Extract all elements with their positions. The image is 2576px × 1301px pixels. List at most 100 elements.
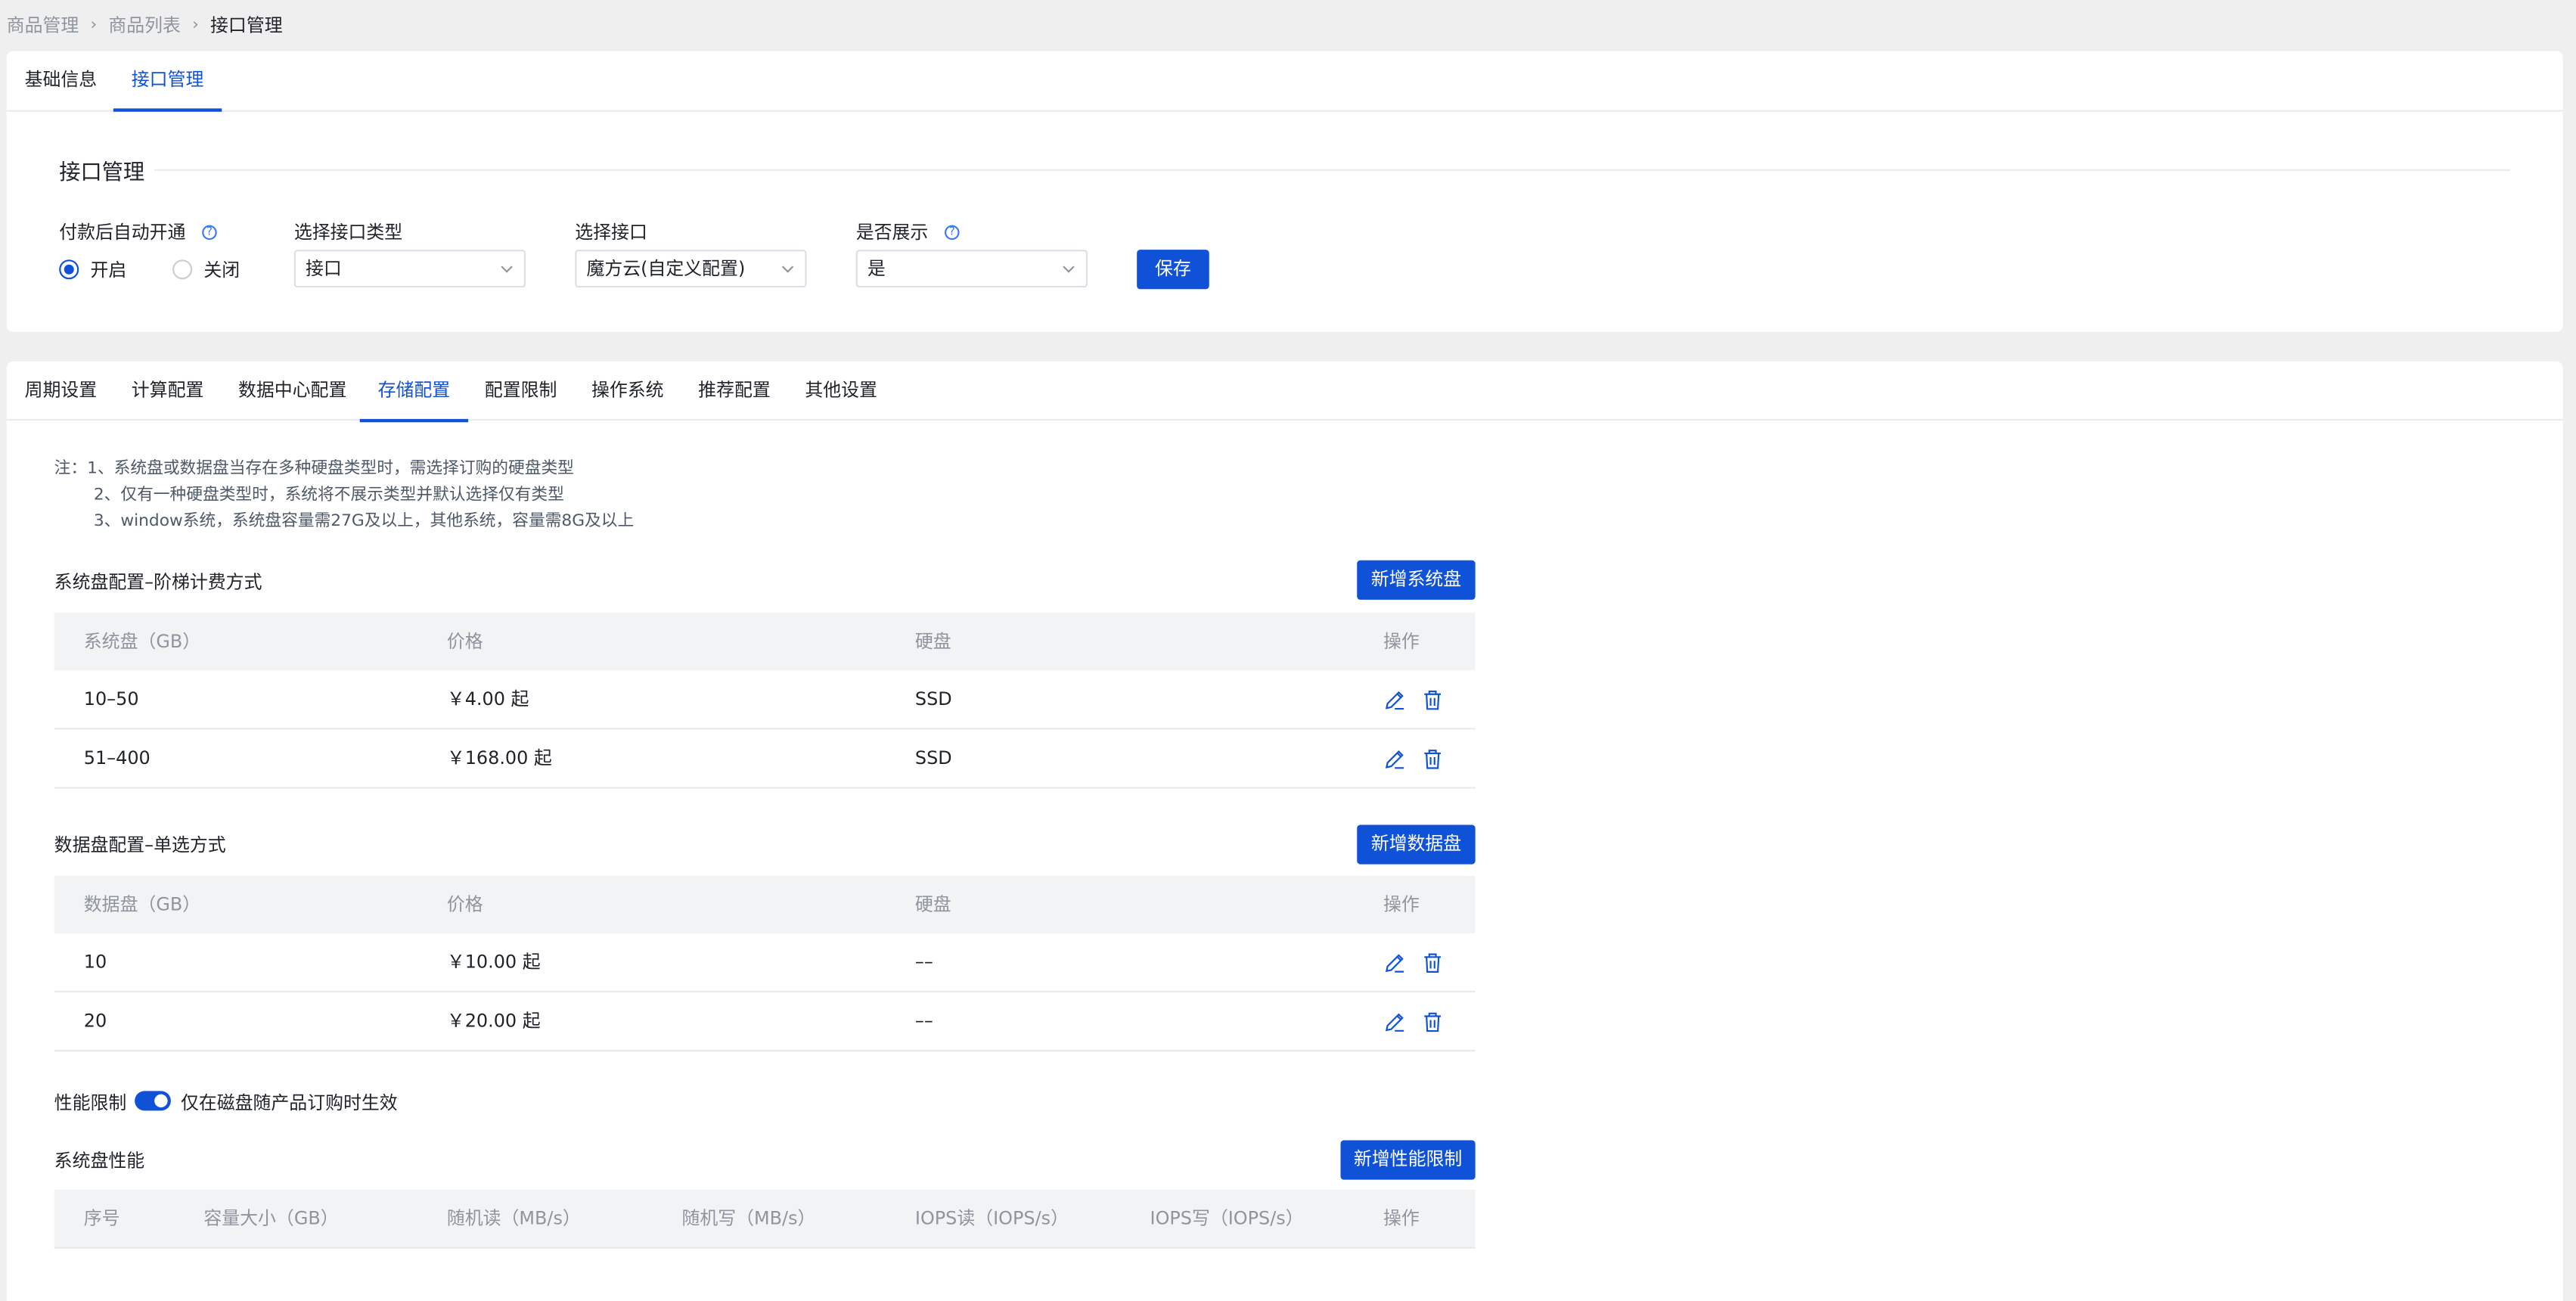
note-line-2: 2、仅有一种硬盘类型时，系统将不展示类型并默认选择仅有类型 <box>93 486 564 505</box>
system-disk-table: 系统盘（GB） 价格 硬盘 操作 10–50 ￥4.00 起 SSD 51–40… <box>54 613 1476 789</box>
performance-limit-label: 性能限制 <box>54 1092 127 1114</box>
trash-icon[interactable] <box>1421 688 1444 711</box>
col-header-index: 序号 <box>83 1207 120 1229</box>
col-header-actions: 操作 <box>1383 1207 1420 1229</box>
tab-os[interactable]: 操作系统 <box>573 362 681 422</box>
cell-size: 51–400 <box>83 747 151 769</box>
interface-card: 基础信息 接口管理 接口管理 付款后自动开通 ? 开启 关闭 选择接口类型 接口… <box>6 51 2563 332</box>
display-value: 是 <box>867 258 886 280</box>
section-title: 接口管理 <box>59 160 145 186</box>
table-row: 10–50 ￥4.00 起 SSD <box>54 670 1476 730</box>
radio-on-label[interactable]: 开启 <box>90 256 126 283</box>
col-header-price: 价格 <box>446 893 483 915</box>
tab-compute-config[interactable]: 计算配置 <box>113 362 222 422</box>
col-header-random-write: 随机写（MB/s） <box>681 1207 816 1229</box>
notes: 注：1、系统盘或数据盘当存在多种硬盘类型时，需选择订购的硬盘类型 2、仅有一种硬… <box>54 457 635 536</box>
col-header-size: 数据盘（GB） <box>83 893 201 915</box>
interface-type-select[interactable]: 接口 <box>293 250 526 288</box>
auto-open-label: 付款后自动开通 ? <box>59 219 217 245</box>
edit-icon[interactable] <box>1383 952 1406 974</box>
col-header-price: 价格 <box>446 631 483 653</box>
edit-icon[interactable] <box>1383 688 1406 711</box>
col-header-iops-write: IOPS写（IOPS/s） <box>1150 1207 1304 1229</box>
tab-config-limit[interactable]: 配置限制 <box>467 362 575 422</box>
col-header-iops-read: IOPS读（IOPS/s） <box>914 1207 1069 1229</box>
display-label: 是否展示 ? <box>856 219 960 245</box>
performance-toggle-label: 仅在磁盘随产品订购时生效 <box>180 1092 398 1114</box>
add-performance-limit-button[interactable]: 新增性能限制 <box>1340 1140 1476 1180</box>
cell-disk: –– <box>914 951 933 973</box>
cell-price: ￥10.00 起 <box>446 951 541 973</box>
system-disk-title: 系统盘配置–阶梯计费方式 <box>54 571 262 594</box>
display-select[interactable]: 是 <box>855 250 1088 288</box>
cell-disk: SSD <box>914 688 952 710</box>
trash-icon[interactable] <box>1421 952 1444 974</box>
tab-cycle-settings[interactable]: 周期设置 <box>7 362 115 422</box>
cell-size: 10 <box>83 951 107 973</box>
col-header-capacity: 容量大小（GB） <box>203 1207 339 1229</box>
note-line-1: 注：1、系统盘或数据盘当存在多种硬盘类型时，需选择订购的硬盘类型 <box>54 460 574 479</box>
cell-price: ￥20.00 起 <box>446 1010 541 1032</box>
trash-icon[interactable] <box>1421 747 1444 770</box>
chevron-down-icon <box>501 261 513 273</box>
section-divider <box>154 169 2511 171</box>
config-tabs: 周期设置 计算配置 数据中心配置 存储配置 配置限制 操作系统 推荐配置 其他设… <box>6 362 2563 423</box>
table-header: 序号 容量大小（GB） 随机读（MB/s） 随机写（MB/s） IOPS读（IO… <box>54 1189 1476 1249</box>
edit-icon[interactable] <box>1383 747 1406 770</box>
cell-size: 10–50 <box>83 688 139 710</box>
cell-price: ￥168.00 起 <box>446 747 552 769</box>
data-disk-table: 数据盘（GB） 价格 硬盘 操作 10 ￥10.00 起 –– 20 ￥20.0… <box>54 875 1476 1052</box>
add-system-disk-button[interactable]: 新增系统盘 <box>1357 560 1476 600</box>
interface-type-label: 选择接口类型 <box>293 222 403 244</box>
col-header-disk: 硬盘 <box>914 893 951 915</box>
table-row: 20 ￥20.00 起 –– <box>54 992 1476 1052</box>
tab-other-settings[interactable]: 其他设置 <box>787 362 895 422</box>
edit-icon[interactable] <box>1383 1011 1406 1033</box>
col-header-disk: 硬盘 <box>914 631 951 653</box>
tab-interface-management[interactable]: 接口管理 <box>113 51 222 112</box>
help-icon[interactable]: ? <box>202 224 217 240</box>
auto-open-radio-group: 开启 关闭 <box>59 256 240 283</box>
cell-disk: –– <box>914 1010 933 1032</box>
display-label-text: 是否展示 <box>855 222 929 244</box>
chevron-right-icon: › <box>90 15 98 34</box>
table-row: 10 ￥10.00 起 –– <box>54 933 1476 993</box>
radio-off[interactable] <box>172 259 193 280</box>
tab-datacenter-config[interactable]: 数据中心配置 <box>220 362 365 422</box>
chevron-down-icon <box>781 261 794 273</box>
interface-type-value: 接口 <box>306 258 342 280</box>
radio-off-label[interactable]: 关闭 <box>203 256 240 283</box>
cell-price: ￥4.00 起 <box>446 688 529 710</box>
breadcrumb-item-goods-list[interactable]: 商品列表 <box>108 11 181 38</box>
help-icon[interactable]: ? <box>945 224 960 240</box>
cell-size: 20 <box>83 1010 107 1032</box>
performance-toggle[interactable] <box>135 1091 171 1111</box>
trash-icon[interactable] <box>1421 1011 1444 1033</box>
table-header: 数据盘（GB） 价格 硬盘 操作 <box>54 875 1476 933</box>
col-header-size: 系统盘（GB） <box>83 631 201 653</box>
breadcrumb-item-current: 接口管理 <box>210 14 283 36</box>
col-header-actions: 操作 <box>1383 893 1420 915</box>
interface-value: 魔方云(自定义配置) <box>586 258 746 280</box>
col-header-actions: 操作 <box>1383 631 1420 653</box>
note-line-3: 3、window系统，系统盘容量需27G及以上，其他系统，容量需8G及以上 <box>93 512 635 531</box>
chevron-down-icon <box>1063 261 1075 273</box>
interface-label: 选择接口 <box>575 222 647 244</box>
config-card: 周期设置 计算配置 数据中心配置 存储配置 配置限制 操作系统 推荐配置 其他设… <box>6 361 2563 1301</box>
tab-recommend-config[interactable]: 推荐配置 <box>680 362 788 422</box>
cell-disk: SSD <box>914 747 952 769</box>
add-data-disk-button[interactable]: 新增数据盘 <box>1357 824 1476 865</box>
interface-select[interactable]: 魔方云(自定义配置) <box>575 250 807 288</box>
top-tabs: 基础信息 接口管理 <box>6 51 2563 112</box>
breadcrumb: 商品管理 › 商品列表 › 接口管理 <box>7 11 283 38</box>
auto-open-label-text: 付款后自动开通 <box>59 222 186 244</box>
system-performance-title: 系统盘性能 <box>54 1150 145 1172</box>
radio-on[interactable] <box>59 259 79 280</box>
save-button[interactable]: 保存 <box>1137 250 1209 290</box>
table-row: 51–400 ￥168.00 起 SSD <box>54 729 1476 789</box>
chevron-right-icon: › <box>192 15 199 34</box>
tab-storage-config[interactable]: 存储配置 <box>359 362 469 423</box>
data-disk-title: 数据盘配置–单选方式 <box>54 834 226 856</box>
breadcrumb-item-goods-management[interactable]: 商品管理 <box>7 11 79 38</box>
tab-basic-info[interactable]: 基础信息 <box>7 51 115 111</box>
